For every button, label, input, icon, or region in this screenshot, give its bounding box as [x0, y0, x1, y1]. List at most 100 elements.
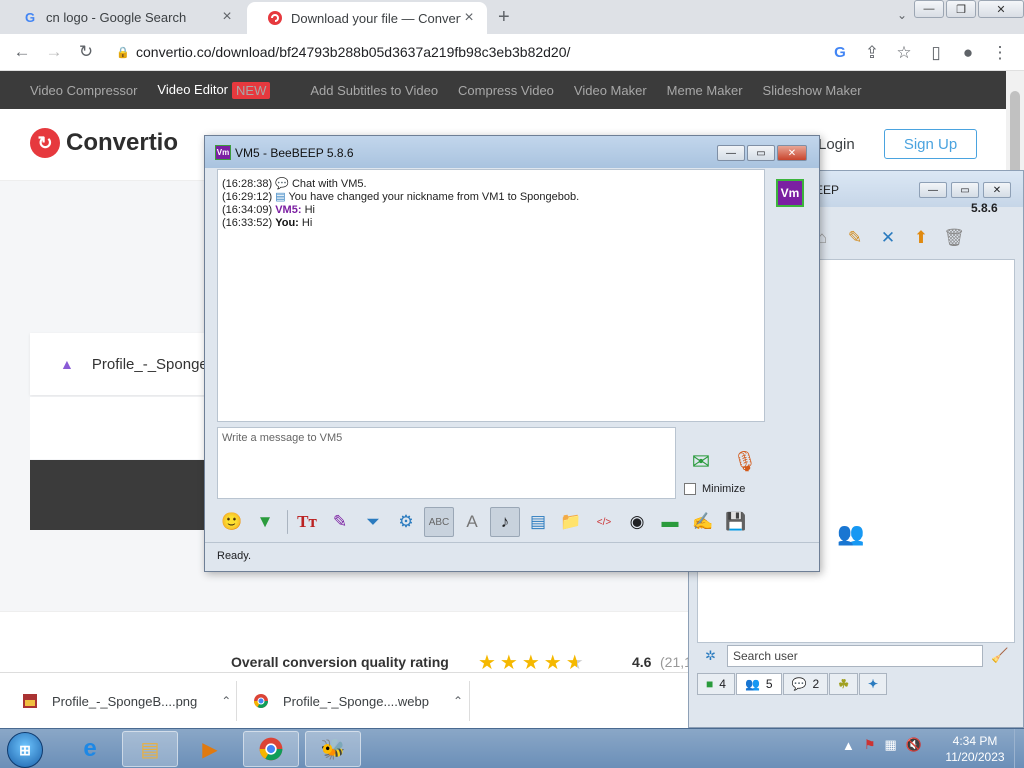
nav-meme-maker[interactable]: Meme Maker: [667, 83, 743, 98]
tab-network[interactable]: ☘: [829, 673, 858, 695]
settings-gear-icon[interactable]: ⚙: [391, 507, 421, 537]
filter-icon[interactable]: ⏷: [358, 507, 388, 537]
action-center-flag-icon[interactable]: ⚑: [864, 737, 876, 753]
reload-icon[interactable]: ↻: [70, 36, 102, 68]
share-files-icon[interactable]: ⬆: [908, 225, 934, 251]
google-g-icon: G: [24, 9, 36, 25]
tab-users[interactable]: 👥 5: [735, 673, 782, 695]
clear-search-icon[interactable]: 🧹: [991, 647, 1008, 664]
screen-share-icon[interactable]: ▬: [655, 507, 685, 537]
main-tabs: ■ 4 👥 5 💬 2 ☘ ✦: [697, 673, 888, 695]
clock-time: 4:34 PM: [952, 734, 998, 748]
chevron-up-icon[interactable]: ⌃: [453, 694, 463, 708]
taskbar-clock[interactable]: 4:34 PM 11/20/2023: [940, 733, 1010, 765]
new-tab-icon[interactable]: +: [498, 6, 510, 29]
send-folder-icon[interactable]: 📁: [556, 507, 586, 537]
start-button[interactable]: ⊞: [7, 732, 43, 768]
file-explorer-icon[interactable]: ▤: [122, 731, 178, 767]
search-user-input[interactable]: Search user: [727, 645, 983, 667]
restore-window-button[interactable]: ❐: [946, 0, 976, 18]
show-desktop-button[interactable]: [1014, 729, 1024, 768]
download-item-png[interactable]: Profile_-_SpongeB....png ⌃: [22, 673, 231, 729]
microphone-icon[interactable]: 🎙: [731, 446, 759, 476]
beebeep-taskbar-icon[interactable]: 🐝: [305, 731, 361, 767]
chevron-up-icon[interactable]: ⌃: [221, 694, 231, 708]
tab-chats[interactable]: ■ 4: [697, 673, 735, 695]
signup-button[interactable]: Sign Up: [884, 129, 977, 159]
chat-log[interactable]: (16:28:38) 💬 Chat with VM5. (16:29:12) ▤…: [217, 169, 765, 422]
message-input[interactable]: Write a message to VM5: [217, 427, 676, 499]
screenshot-icon[interactable]: ◉: [622, 507, 652, 537]
notes-icon[interactable]: ✍: [688, 507, 718, 537]
nav-video-compressor[interactable]: Video Compressor: [30, 83, 137, 98]
avatar[interactable]: Vm: [776, 179, 804, 207]
tab-close-icon[interactable]: ×: [461, 9, 477, 27]
main-window-controls: — ▭ ✕: [915, 182, 1011, 198]
google-lens-icon[interactable]: G: [824, 37, 856, 69]
spellcheck-icon[interactable]: ABC: [424, 507, 454, 537]
address-bar[interactable]: 🔒 convertio.co/download/bf24793b288b05d3…: [110, 38, 920, 66]
tab-close-icon[interactable]: ×: [219, 8, 235, 26]
nav-add-subtitles[interactable]: Add Subtitles to Video: [310, 83, 438, 98]
nav-slideshow-maker[interactable]: Slideshow Maker: [763, 83, 862, 98]
close-button[interactable]: ✕: [777, 145, 807, 161]
maximize-button[interactable]: ▭: [747, 145, 775, 161]
volume-muted-icon[interactable]: 🔇: [906, 737, 922, 753]
chat-message: (16:34:09) VM5: Hi: [222, 204, 760, 217]
internet-explorer-icon[interactable]: e: [62, 731, 118, 767]
nav-video-editor[interactable]: Video Editor NEW: [157, 82, 290, 100]
color-picker-icon[interactable]: ✎: [325, 507, 355, 537]
trash-icon[interactable]: 🗑: [941, 225, 967, 251]
nav-video-maker[interactable]: Video Maker: [574, 83, 647, 98]
download-bar[interactable]: [30, 460, 210, 530]
share-icon[interactable]: ⇪: [856, 37, 888, 69]
tab-groups[interactable]: 💬 2: [782, 673, 829, 695]
minimize-button[interactable]: —: [717, 145, 745, 161]
minimize-checkbox-row[interactable]: Minimize: [684, 483, 745, 495]
minimize-button[interactable]: —: [919, 182, 947, 198]
html-code-icon[interactable]: </>: [589, 507, 619, 537]
rating-value: 4.6: [632, 654, 652, 670]
close-button[interactable]: ✕: [983, 182, 1011, 198]
tab-google-search[interactable]: G cn logo - Google Search ×: [2, 0, 245, 34]
emoticon-icon[interactable]: 🙂: [217, 507, 247, 537]
settings-tools-icon[interactable]: ✕: [875, 225, 901, 251]
send-message-icon[interactable]: ✉: [683, 448, 719, 476]
save-floppy-icon[interactable]: 💾: [721, 507, 751, 537]
chrome-icon[interactable]: [243, 731, 299, 767]
network-tray-icon[interactable]: ▦: [885, 737, 897, 753]
tray-expand-icon[interactable]: ▲: [842, 738, 855, 753]
media-player-icon[interactable]: ▶: [182, 731, 238, 767]
nav-compress-video[interactable]: Compress Video: [458, 83, 554, 98]
login-link[interactable]: Login: [818, 136, 855, 153]
back-arrow-icon[interactable]: ←: [6, 36, 38, 68]
download-item-webp[interactable]: Profile_-_Sponge....webp ⌃: [253, 673, 463, 729]
bookmark-star-icon[interactable]: ☆: [888, 37, 920, 69]
tab-convertio[interactable]: Download your file — Convertio ×: [247, 2, 487, 34]
new-badge: NEW: [232, 82, 271, 100]
url-text: convertio.co/download/bf24793b288b05d363…: [136, 44, 571, 60]
font-icon[interactable]: Tт: [292, 507, 322, 537]
file-card-footer: [30, 397, 210, 459]
send-file-icon[interactable]: ▤: [523, 507, 553, 537]
tab-plugins[interactable]: ✦: [858, 673, 888, 695]
save-chat-icon[interactable]: ▼: [250, 507, 280, 537]
side-panel-icon[interactable]: ▯: [920, 37, 952, 69]
convertio-logo[interactable]: ↻ Convertio: [30, 128, 178, 158]
gear-icon[interactable]: ✲: [705, 648, 716, 664]
edit-profile-icon[interactable]: ✎: [842, 225, 868, 251]
maximize-button[interactable]: ▭: [951, 182, 979, 198]
more-menu-icon[interactable]: ⋮: [984, 37, 1016, 69]
tab-count: 5: [765, 677, 773, 691]
chevron-down-icon[interactable]: ⌄: [897, 8, 907, 22]
message-text: You have changed your nickname from VM1 …: [288, 191, 580, 203]
minimize-window-button[interactable]: —: [914, 0, 944, 18]
convertio-icon: [267, 10, 283, 26]
font-size-icon[interactable]: A: [457, 507, 487, 537]
music-note-icon[interactable]: ♪: [490, 507, 520, 537]
minimize-checkbox[interactable]: [684, 483, 696, 495]
forward-arrow-icon[interactable]: →: [38, 36, 70, 68]
close-window-button[interactable]: ✕: [978, 0, 1024, 18]
beebeep-chat-window: Vm VM5 - BeeBEEP 5.8.6 — ▭ ✕ (16:28:38) …: [204, 135, 820, 572]
profile-avatar-icon[interactable]: ●: [952, 37, 984, 69]
